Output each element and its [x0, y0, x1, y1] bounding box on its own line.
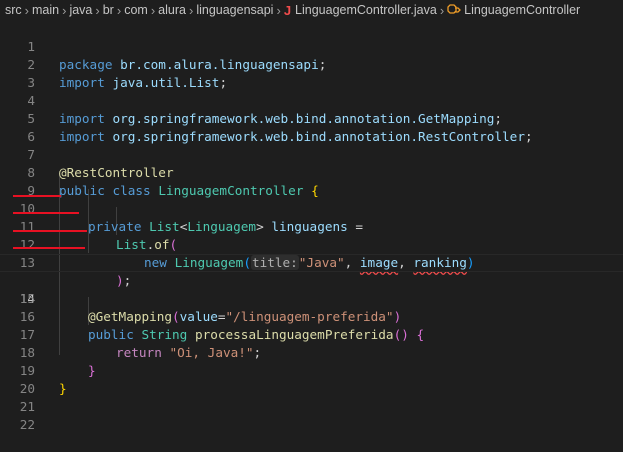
- code-line-active[interactable]: 14: [0, 254, 623, 306]
- class-icon: [447, 3, 462, 18]
- chevron-right-icon: ›: [24, 2, 30, 18]
- code-line[interactable]: 5 import org.springframework.web.bind.an…: [0, 92, 623, 144]
- breadcrumb-file[interactable]: LinguagemController.java: [295, 3, 437, 17]
- red-annotation-line: [13, 212, 79, 214]
- code-line[interactable]: 4 import org.springframework.web.bind.an…: [0, 74, 623, 126]
- code-line[interactable]: 8 public class LinguagemController {: [0, 146, 623, 198]
- current-line-highlight: [0, 254, 623, 272]
- chevron-right-icon: ›: [439, 2, 445, 18]
- breadcrumb-main[interactable]: main: [32, 3, 59, 17]
- code-line[interactable]: 2 import java.util.List;: [0, 38, 623, 90]
- code-line[interactable]: 22: [0, 398, 623, 432]
- code-line[interactable]: 1 package br.com.alura.linguagensapi;: [0, 20, 623, 72]
- code-line[interactable]: 13 );: [0, 236, 623, 288]
- line-number: 22: [19, 417, 35, 432]
- chevron-right-icon: ›: [116, 2, 122, 18]
- code-line[interactable]: 16 public String processaLinguagemPrefer…: [0, 290, 623, 342]
- chevron-right-icon: ›: [276, 2, 281, 18]
- code-line[interactable]: 12 new Linguagem(title:"Java", image, ra…: [0, 218, 623, 270]
- breadcrumb-java[interactable]: java: [69, 3, 92, 17]
- breadcrumb: src › main › java › br › com › alura › l…: [0, 0, 623, 20]
- code-line[interactable]: 19 }: [0, 344, 623, 396]
- breadcrumb-src[interactable]: src: [5, 3, 22, 17]
- red-annotation-line: [13, 230, 87, 232]
- breadcrumb-alura[interactable]: alura: [158, 3, 186, 17]
- red-annotation-line: [13, 247, 85, 249]
- code-editor[interactable]: 1 package br.com.alura.linguagensapi; 2 …: [0, 20, 623, 432]
- code-line[interactable]: 18 }: [0, 326, 623, 378]
- breadcrumb-linguagensapi[interactable]: linguagensapi: [196, 3, 273, 17]
- code-line[interactable]: 11 List.of(: [0, 200, 623, 252]
- breadcrumb-symbol[interactable]: LinguagemController: [464, 3, 580, 17]
- code-line[interactable]: 17 return "Oi, Java!";: [0, 308, 623, 360]
- code-line[interactable]: 21: [0, 380, 623, 414]
- code-line[interactable]: 9: [0, 164, 623, 198]
- chevron-right-icon: ›: [62, 2, 67, 18]
- java-file-icon: J: [283, 2, 292, 18]
- code-line[interactable]: 15 @GetMapping(value="/linguagem-preferi…: [0, 272, 623, 324]
- breadcrumb-com[interactable]: com: [124, 3, 148, 17]
- code-line[interactable]: 20: [0, 362, 623, 396]
- code-line[interactable]: 6: [0, 110, 623, 144]
- red-annotation-line: [13, 195, 61, 197]
- chevron-right-icon: ›: [150, 2, 156, 18]
- code-line[interactable]: 3: [0, 56, 623, 90]
- chevron-right-icon: ›: [95, 2, 100, 18]
- code-line[interactable]: 7 @RestController: [0, 128, 623, 180]
- code-line[interactable]: 10 private List<Linguagem> linguagens =: [0, 182, 623, 234]
- chevron-right-icon: ›: [188, 2, 194, 18]
- breadcrumb-br[interactable]: br: [103, 3, 114, 17]
